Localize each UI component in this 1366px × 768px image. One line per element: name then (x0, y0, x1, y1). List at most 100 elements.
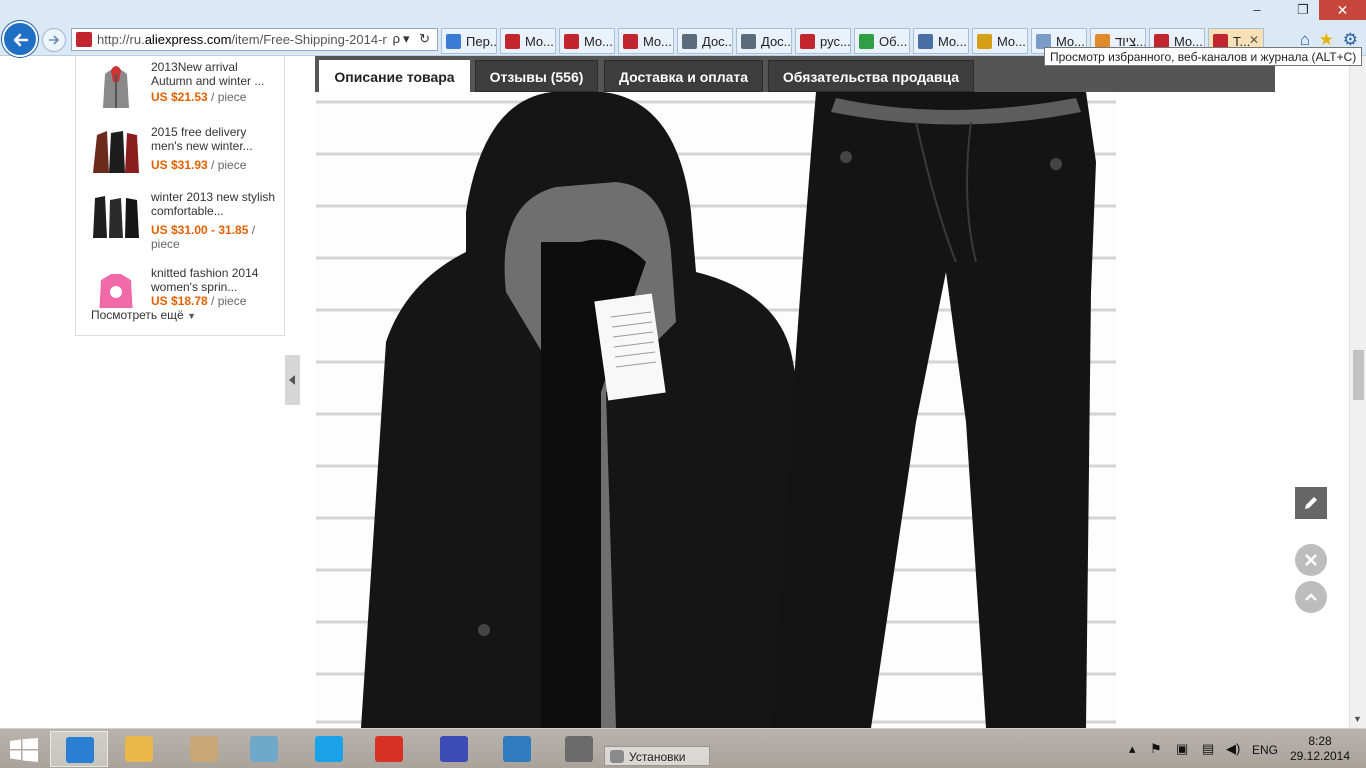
taskbar-app-remote-desktop[interactable] (488, 731, 546, 767)
volume-icon[interactable]: ◀) (1226, 741, 1240, 757)
product-thumbnail[interactable] (91, 190, 141, 240)
scrollbar-thumb[interactable] (1353, 350, 1364, 400)
paint-icon (190, 736, 218, 762)
browser-tab[interactable]: Дос... (736, 28, 792, 54)
tab-favicon-icon (623, 34, 638, 49)
tab-label: Дос... (761, 34, 792, 49)
windows-start-icon[interactable] (10, 738, 38, 762)
settings-icon (440, 736, 468, 762)
taskbar-window-label: Установки (629, 750, 686, 764)
tab-favicon-icon (918, 34, 933, 49)
action-center-flag-icon[interactable]: ⚑ (1150, 741, 1162, 757)
close-window-button[interactable]: ✕ (1319, 0, 1366, 20)
chevron-left-icon (289, 375, 295, 385)
browser-tab[interactable]: рус... (795, 28, 851, 54)
product-price: US $21.53 / piece (151, 90, 247, 104)
list-item[interactable]: winter 2013 new stylish comfortable... U… (91, 190, 281, 251)
tab-favicon-icon (505, 34, 520, 49)
arrow-left-icon (13, 33, 29, 47)
taskbar-app-notes[interactable] (235, 731, 293, 767)
network-icon[interactable]: ▤ (1202, 741, 1214, 757)
back-button[interactable] (2, 21, 38, 57)
browser-tab[interactable]: Пер... (441, 28, 497, 54)
address-tools[interactable]: ρ▾ ↻ (393, 31, 433, 47)
minimize-button[interactable]: – (1244, 0, 1270, 20)
product-title[interactable]: winter 2013 new stylish comfortable... (151, 190, 281, 218)
device-icon[interactable]: ▣ (1176, 741, 1188, 757)
taskbar-window-settings[interactable]: Установки (604, 746, 710, 766)
clock[interactable]: 8:28 29.12.2014 (1288, 734, 1352, 764)
tab-label: Пер... (466, 34, 497, 49)
address-bar[interactable]: http://ru.aliexpress.com/item/Free-Shipp… (71, 28, 438, 51)
product-price: US $31.93 / piece (151, 158, 247, 172)
notes-icon (250, 736, 278, 762)
list-item[interactable]: 2015 free delivery men's new winter... U… (91, 125, 281, 185)
settings-window-icon (610, 750, 624, 763)
tab-close-icon[interactable]: ✕ (1249, 33, 1259, 47)
browser-tab[interactable]: Mo... (913, 28, 969, 54)
taskbar-app-paint[interactable] (175, 731, 233, 767)
close-icon (1305, 554, 1317, 566)
sidebar-collapse-handle[interactable] (285, 355, 300, 405)
file-explorer-icon (125, 736, 153, 762)
browser-tab[interactable]: Mo... (500, 28, 556, 54)
remote-desktop-icon (503, 736, 531, 762)
address-url[interactable]: http://ru.aliexpress.com/item/Free-Shipp… (97, 32, 387, 47)
tab-favicon-icon (682, 34, 697, 49)
taskbar-app-file-explorer[interactable] (110, 731, 168, 767)
taskbar-app-yandex[interactable] (360, 731, 418, 767)
maximize-button[interactable]: ❐ (1290, 0, 1316, 20)
taskbar-app-settings[interactable] (425, 731, 483, 767)
tab-label: Mo... (997, 34, 1026, 49)
favorites-tooltip: Просмотр избранного, веб-каналов и журна… (1044, 47, 1362, 66)
tab-label: Mo... (938, 34, 967, 49)
page-scrollbar[interactable]: ▼ (1349, 56, 1366, 728)
tab-favicon-icon (564, 34, 579, 49)
product-title[interactable]: 2013New arrival Autumn and winter ... (151, 60, 281, 88)
product-thumbnail[interactable] (91, 266, 141, 308)
tab-reviews[interactable]: Отзывы (556) (475, 60, 598, 92)
tab-label: Mo... (643, 34, 672, 49)
tab-favicon-icon (446, 34, 461, 49)
tab-favicon-icon (977, 34, 992, 49)
tab-label: Mo... (584, 34, 613, 49)
show-more-link[interactable]: Посмотреть ещё ▼ (91, 308, 196, 322)
taskbar-app-internet-explorer[interactable] (50, 731, 108, 767)
language-indicator[interactable]: ENG (1252, 743, 1278, 757)
taskbar-app-skype[interactable] (300, 731, 358, 767)
scroll-top-button[interactable] (1295, 581, 1327, 613)
scroll-down-icon[interactable]: ▼ (1353, 714, 1362, 724)
edit-button[interactable] (1295, 487, 1327, 519)
pencil-icon (1305, 497, 1317, 509)
product-title[interactable]: 2015 free delivery men's new winter... (151, 125, 281, 153)
recommendations-panel: 2013New arrival Autumn and winter ... US… (75, 56, 285, 336)
show-more-label[interactable]: Посмотреть ещё (91, 308, 184, 322)
browser-tab[interactable]: Mo... (972, 28, 1028, 54)
taskbar: Установки ▴ ⚑ ▣ ▤ ◀) ENG 8:28 29.12.2014 (0, 728, 1366, 768)
browser-tab[interactable]: Mo... (618, 28, 674, 54)
product-thumbnail[interactable] (91, 125, 141, 175)
product-price: US $31.00 - 31.85 / piece (151, 223, 256, 251)
list-item[interactable]: knitted fashion 2014 women's sprin... US… (91, 266, 281, 308)
forward-button[interactable] (42, 28, 66, 52)
tab-description[interactable]: Описание товара (319, 60, 470, 92)
browser-tab[interactable]: Об... (854, 28, 910, 54)
taskbar-app-media-headset[interactable] (550, 731, 608, 767)
tab-delivery[interactable]: Доставка и оплата (604, 60, 763, 92)
browser-tab[interactable]: Дос... (677, 28, 733, 54)
tab-label: Об... (879, 34, 908, 49)
product-title[interactable]: knitted fashion 2014 women's sprin... (151, 266, 281, 294)
list-item[interactable]: 2013New arrival Autumn and winter ... US… (91, 60, 281, 120)
chevron-down-icon: ▼ (187, 311, 196, 321)
tab-seller-obligations[interactable]: Обязательства продавца (768, 60, 974, 92)
browser-tab[interactable]: Mo... (559, 28, 615, 54)
skype-icon (315, 736, 343, 762)
tab-label: Mo... (525, 34, 554, 49)
tray-chevron-up-icon[interactable]: ▴ (1129, 741, 1136, 757)
media-headset-icon (565, 736, 593, 762)
close-float-button[interactable] (1295, 544, 1327, 576)
tab-label: рус... (820, 34, 851, 49)
product-price: US $18.78 / piece (151, 294, 247, 308)
product-thumbnail[interactable] (91, 60, 141, 110)
yandex-icon (375, 736, 403, 762)
